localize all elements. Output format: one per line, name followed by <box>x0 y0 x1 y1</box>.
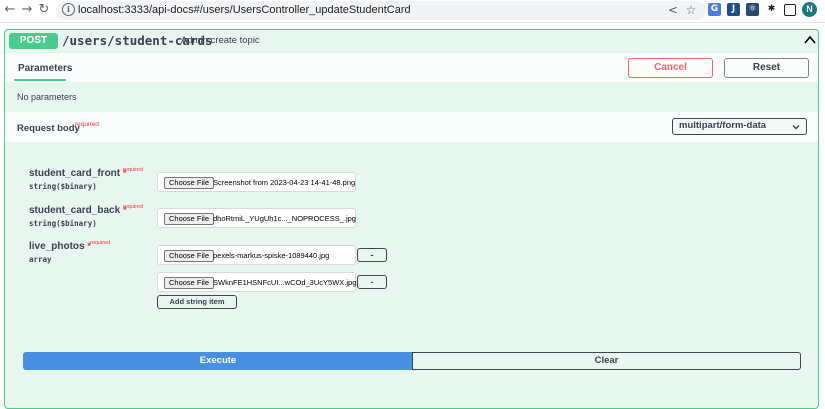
profile-avatar[interactable]: N <box>802 2 817 17</box>
file-input-back[interactable]: Choose File dhoRtmiL_YUgUh1c..._NOPROCES… <box>157 208 356 228</box>
file-name: SWknFE1HSNFcUI...wCOd_3UcY5WX.jpg <box>213 278 357 287</box>
reload-icon[interactable]: ↻ <box>36 2 52 18</box>
param-required-front: required <box>123 167 144 173</box>
param-name-photos: live_photos * <box>29 241 91 252</box>
chevron-down-icon <box>792 125 800 130</box>
url-text: localhost:3333/api-docs#/users/UsersCont… <box>78 4 411 16</box>
puzzle-extensions-icon[interactable]: ✱ <box>765 3 778 16</box>
choose-file-button[interactable]: Choose File <box>164 177 215 189</box>
param-type-back: string($binary) <box>29 219 97 228</box>
choose-file-button[interactable]: Choose File <box>164 277 215 289</box>
cancel-button[interactable]: Cancel <box>628 58 713 78</box>
site-info-icon[interactable]: i <box>62 3 75 16</box>
request-body-label: Request body <box>17 123 80 134</box>
translate-extension-icon[interactable]: G <box>708 3 721 16</box>
param-name-front: student_card_front * <box>29 168 127 179</box>
address-bar[interactable]: i localhost:3333/api-docs#/users/UsersCo… <box>56 1 706 20</box>
request-body-required: required <box>75 121 99 128</box>
param-required-back: required <box>123 204 144 210</box>
file-name: Screenshot from 2023-04-23 14-41-48.png <box>213 178 356 187</box>
browser-toolbar: ← → ↻ i localhost:3333/api-docs#/users/U… <box>0 0 825 23</box>
operation-summary[interactable]: POST /users/student-cards Admin create t… <box>5 30 818 53</box>
add-string-item-button[interactable]: Add string item <box>157 295 237 309</box>
bookmark-star-icon[interactable]: ☆ <box>684 3 698 17</box>
operation-description: Admin create topic <box>181 35 260 46</box>
file-input-photo-1[interactable]: Choose File pexels-markus-spiske-1089440… <box>157 245 356 265</box>
param-type-front: string($binary) <box>29 182 97 191</box>
sidebar-icon[interactable] <box>784 4 796 16</box>
param-required-photos: required <box>90 240 111 246</box>
file-input-photo-2[interactable]: Choose File SWknFE1HSNFcUI...wCOd_3UcY5W… <box>157 272 356 292</box>
chevron-up-icon[interactable] <box>803 33 817 47</box>
content-type-value: multipart/form-data <box>679 120 767 131</box>
file-input-front[interactable]: Choose File Screenshot from 2023-04-23 1… <box>157 172 356 192</box>
share-icon[interactable]: < <box>666 3 680 17</box>
param-type-photos: array <box>29 255 52 264</box>
clear-button[interactable]: Clear <box>412 352 801 370</box>
param-name-back: student_card_back * <box>29 205 127 216</box>
execute-button[interactable]: Execute <box>23 352 413 370</box>
tab-underline <box>14 79 66 81</box>
j-extension-icon[interactable]: J <box>727 3 740 16</box>
method-badge: POST <box>9 33 58 49</box>
arrow-right-icon[interactable]: → <box>19 2 35 18</box>
file-name: pexels-markus-spiske-1089440.jpg <box>213 251 330 260</box>
operation-block: POST /users/student-cards Admin create t… <box>4 29 819 409</box>
choose-file-button[interactable]: Choose File <box>164 250 215 262</box>
choose-file-button[interactable]: Choose File <box>164 213 215 225</box>
react-devtools-icon[interactable]: ⚛ <box>746 3 759 16</box>
file-name: dhoRtmiL_YUgUh1c..._NOPROCESS_.jpg <box>213 214 356 223</box>
remove-item-button[interactable]: - <box>357 275 387 289</box>
no-parameters-text: No parameters <box>17 92 77 102</box>
reset-button[interactable]: Reset <box>724 58 809 78</box>
arrow-left-icon[interactable]: ← <box>2 2 18 18</box>
remove-item-button[interactable]: - <box>357 248 387 262</box>
tab-parameters[interactable]: Parameters <box>18 63 72 74</box>
content-type-select[interactable]: multipart/form-data <box>672 118 807 135</box>
